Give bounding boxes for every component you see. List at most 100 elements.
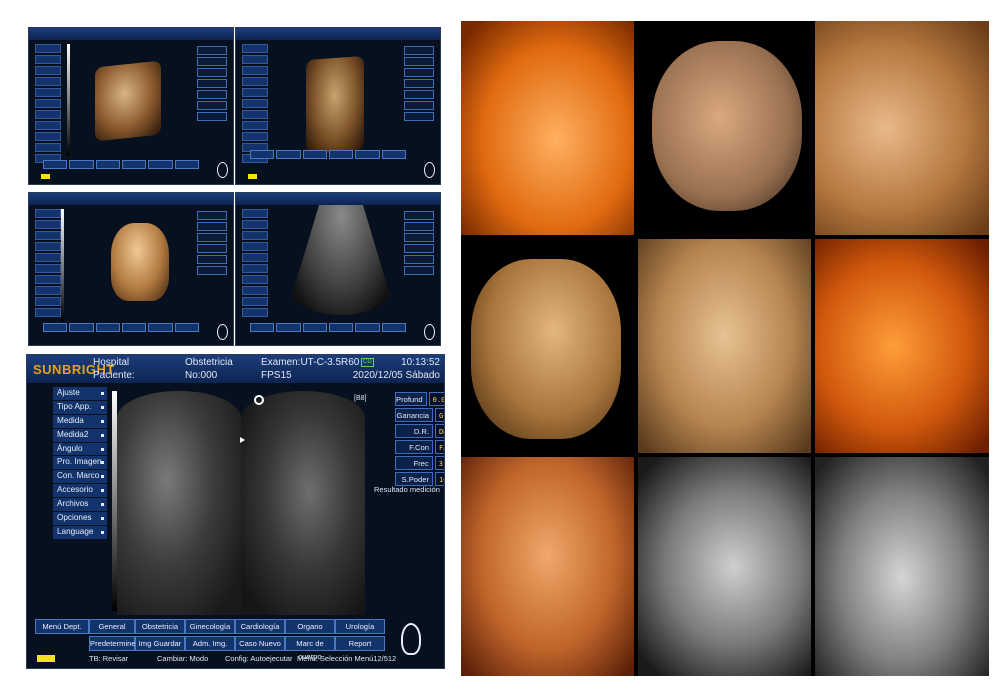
param-value: G100 xyxy=(435,408,444,422)
status-indicator xyxy=(41,174,50,179)
thumbnail-grayscale-bar xyxy=(67,44,70,156)
menu-item-medida[interactable]: Medida xyxy=(53,414,107,429)
side-menu: Ajuste Tipo App. Medida Medida2 Ángulo P… xyxy=(53,387,107,540)
fetus-icon xyxy=(217,324,228,340)
b-mode-sector-image xyxy=(286,205,396,315)
menu-dept-button[interactable]: Menú Dept. xyxy=(35,619,89,634)
menu-item-con-marco[interactable]: Con. Marco xyxy=(53,470,107,485)
report-button[interactable]: Report xyxy=(335,636,385,651)
3d-volume-render xyxy=(306,55,364,155)
header-hospital: Hospital xyxy=(93,357,130,368)
ultrasound-image-right xyxy=(241,391,365,615)
param-value: 3.5MHz xyxy=(434,456,444,470)
tab-urologia[interactable]: Urología xyxy=(335,619,385,634)
predetermine-button[interactable]: Predetermine xyxy=(89,636,136,651)
thumbnail-tabs xyxy=(250,323,406,332)
footer-config: Config: Autoejecutar xyxy=(225,654,293,663)
param-row: Frec3.5MHz xyxy=(395,456,444,470)
thumbnail-tabs xyxy=(250,150,406,159)
menu-item-ajuste[interactable]: Ajuste xyxy=(53,387,107,401)
status-indicator xyxy=(248,174,257,179)
param-label: S.Poder xyxy=(395,472,433,486)
gallery-image-7 xyxy=(461,457,634,676)
menu-item-medida2[interactable]: Medida2 xyxy=(53,428,107,443)
header-dept: Obstetricia xyxy=(185,357,233,368)
menu-item-pro-imagen[interactable]: Pro. Imagen xyxy=(53,456,107,471)
adm-img-button[interactable]: Adm. Img. xyxy=(185,636,235,651)
image-tag: [B8] xyxy=(354,395,367,402)
gallery-image-6 xyxy=(815,239,989,453)
header-fps: FPS15 xyxy=(261,370,292,381)
thumbnail-header xyxy=(29,193,233,205)
tab-organo[interactable]: Organo xyxy=(285,619,335,634)
tab-cardiologia[interactable]: Cardiología xyxy=(235,619,285,634)
menu-item-language[interactable]: Language xyxy=(53,525,107,540)
thumbnail-menu xyxy=(35,209,61,317)
fetus-icon xyxy=(401,623,421,655)
menu-item-accesorio[interactable]: Accesorio xyxy=(53,484,107,499)
thumbnail-params xyxy=(197,211,227,275)
fetus-icon xyxy=(424,324,435,340)
param-label: Ganancia xyxy=(395,408,433,422)
thumbnail-header xyxy=(236,28,440,40)
fetal-3d-gallery xyxy=(461,21,989,676)
thumbnail-params xyxy=(404,46,434,121)
marc-de-cuerpo-button[interactable]: Marc de cuerpo xyxy=(285,636,335,661)
thumbnail-tabs xyxy=(43,160,199,169)
thumbnail-menu xyxy=(35,44,61,163)
thumbnail-menu xyxy=(242,44,268,163)
tab-ginecologia[interactable]: Ginecología xyxy=(185,619,235,634)
param-label: D.R. xyxy=(395,424,433,438)
header-hospital-block: Hospital Paciente: xyxy=(93,356,135,382)
param-row: GananciaG100 xyxy=(395,408,444,422)
circle-marker-icon xyxy=(254,395,264,405)
param-label: F.Con xyxy=(395,440,433,454)
3d-volume-render xyxy=(95,60,161,142)
menu-item-angulo[interactable]: Ángulo xyxy=(53,442,107,457)
tab-obstetricia[interactable]: Obstetricia xyxy=(135,619,185,634)
caso-nuevo-button[interactable]: Caso Nuevo xyxy=(235,636,285,651)
param-label: Frec xyxy=(395,456,433,470)
param-row: Profund0.0/18.0cm xyxy=(395,392,444,406)
param-value: 100% xyxy=(435,472,444,486)
menu-item-archivos[interactable]: Archivos xyxy=(53,498,107,513)
params-panel: Profund0.0/18.0cm GananciaG100 D.R.DR 90… xyxy=(395,392,444,488)
img-guardar-button[interactable]: Img Guardar xyxy=(135,636,185,651)
tab-general[interactable]: General xyxy=(89,619,135,634)
main-ultrasound-screen: SUNBRIGHT Hospital Paciente: Obstetricia… xyxy=(26,354,445,669)
thumbnail-header xyxy=(236,193,440,205)
param-value: FA4 xyxy=(435,440,444,454)
thumbnail-params xyxy=(197,46,227,121)
thumbnail-tabs xyxy=(43,323,199,332)
header-dept-block: Obstetricia No:000 xyxy=(185,356,233,382)
3d-fetus-render xyxy=(111,223,169,301)
gallery-image-8 xyxy=(638,457,811,676)
thumbnail-grayscale-bar xyxy=(61,209,64,321)
footer-menu-selection: Menú: Selección Menú12/512 xyxy=(297,654,397,663)
thumbnail-b-mode xyxy=(235,192,441,346)
header-datetime-block: 10:13:52 2020/12/05 Sábado xyxy=(353,356,440,382)
param-row: F.ConFA4 xyxy=(395,440,444,454)
gallery-image-2 xyxy=(638,21,811,235)
main-header: SUNBRIGHT Hospital Paciente: Obstetricia… xyxy=(27,355,444,383)
gallery-image-9 xyxy=(815,457,989,676)
menu-item-opciones[interactable]: Opciones xyxy=(53,512,107,526)
thumbnail-menu xyxy=(242,209,268,317)
header-date: 2020/12/05 Sábado xyxy=(352,370,440,381)
thumbnail-3d-volume-1 xyxy=(28,27,234,185)
thumbnail-params xyxy=(404,211,434,275)
header-time: 10:13:52 xyxy=(401,357,440,368)
param-row: S.Poder100% xyxy=(395,472,444,486)
header-exam-block: Examen:UT-C-3.5R60 FPS15 xyxy=(261,356,359,382)
gallery-image-1 xyxy=(461,21,634,235)
gallery-image-5 xyxy=(638,239,811,453)
menu-item-tipo-app[interactable]: Tipo App. xyxy=(53,400,107,415)
thumbnail-header xyxy=(29,28,233,40)
param-row: D.R.DR 90 dB xyxy=(395,424,444,450)
header-examen: Examen:UT-C-3.5R60 xyxy=(261,357,360,368)
header-patient-no: No:000 xyxy=(185,370,218,381)
param-label: Profund xyxy=(395,392,427,406)
thumbnail-3d-volume-2 xyxy=(235,27,441,185)
footer-cambiar: Cambiar: Modo xyxy=(157,654,209,663)
param-value: 0.0/18.0cm xyxy=(428,392,444,406)
